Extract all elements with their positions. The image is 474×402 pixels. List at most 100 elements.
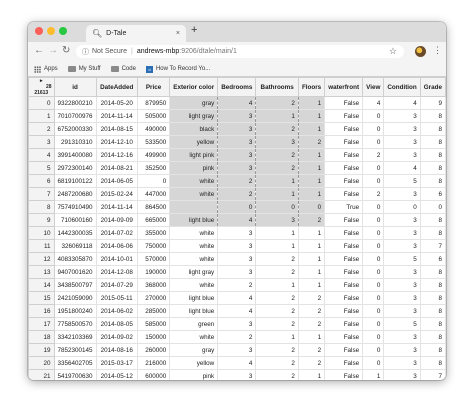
- table-cell[interactable]: [169, 200, 219, 214]
- table-cell[interactable]: 7: [419, 369, 446, 380]
- table-cell[interactable]: 8: [419, 291, 446, 305]
- table-cell[interactable]: 3: [217, 161, 257, 175]
- table-cell[interactable]: True: [324, 200, 364, 214]
- table-cell[interactable]: 2014-08-16: [95, 343, 138, 357]
- tab-dtale[interactable]: 🔍︎ D-Tale ×: [86, 25, 186, 42]
- table-cell[interactable]: 1: [297, 96, 326, 110]
- table-cell[interactable]: 3: [383, 239, 421, 253]
- table-cell[interactable]: 585000: [136, 317, 171, 331]
- table-cell[interactable]: 8: [419, 109, 446, 123]
- table-cell[interactable]: 3: [383, 122, 421, 136]
- table-cell[interactable]: 3: [217, 369, 257, 380]
- table-cell[interactable]: 2: [297, 343, 326, 357]
- table-cell[interactable]: 216000: [136, 356, 171, 370]
- table-cell[interactable]: 2: [255, 343, 299, 357]
- table-cell[interactable]: 2: [297, 317, 326, 331]
- table-cell[interactable]: False: [324, 330, 364, 344]
- table-cell[interactable]: 0: [362, 356, 385, 370]
- table-cell[interactable]: 2014-12-10: [95, 135, 138, 149]
- table-cell[interactable]: 6: [419, 187, 446, 201]
- table-cell[interactable]: 0: [362, 317, 385, 331]
- table-cell[interactable]: False: [324, 109, 364, 123]
- table-cell[interactable]: 0: [362, 291, 385, 305]
- table-cell[interactable]: 5: [383, 174, 421, 188]
- table-cell[interactable]: 6: [419, 252, 446, 266]
- table-row[interactable]: 12 4083305870 2014-10-01 570000 white 3 2 1 Fals…: [28, 252, 446, 266]
- table-cell[interactable]: 0: [255, 200, 299, 214]
- table-cell[interactable]: pink: [169, 369, 219, 380]
- table-cell[interactable]: 2014-06-06: [95, 239, 138, 253]
- table-cell[interactable]: 2: [362, 148, 385, 162]
- table-cell[interactable]: 8: [419, 122, 446, 136]
- info-icon[interactable]: ⓘ: [82, 47, 89, 57]
- table-cell[interactable]: 1: [297, 226, 326, 240]
- table-cell[interactable]: 2: [297, 213, 326, 227]
- table-cell[interactable]: 4: [217, 291, 257, 305]
- table-row[interactable]: 7 2487200680 2015-02-24 447000 white 2 1 1 False…: [28, 187, 446, 201]
- table-cell[interactable]: 570000: [136, 252, 171, 266]
- column-header[interactable]: Exterior color: [169, 77, 219, 97]
- profile-avatar[interactable]: [415, 46, 426, 57]
- table-cell[interactable]: 2: [255, 122, 299, 136]
- table-cell[interactable]: 2: [255, 304, 299, 318]
- table-cell[interactable]: 2015-03-17: [95, 356, 138, 370]
- table-cell[interactable]: 8: [419, 317, 446, 331]
- table-cell[interactable]: False: [324, 96, 364, 110]
- table-cell[interactable]: 1: [297, 161, 326, 175]
- column-header[interactable]: id: [53, 77, 97, 97]
- close-window-button[interactable]: [35, 27, 43, 35]
- table-cell[interactable]: 2: [217, 330, 257, 344]
- table-cell[interactable]: 2014-05-20: [95, 96, 138, 110]
- table-cell[interactable]: False: [324, 161, 364, 175]
- table-cell[interactable]: 368000: [136, 278, 171, 292]
- table-row[interactable]: 20 3356402705 2015-03-17 216000 yellow 4 2 2 Fal…: [28, 356, 446, 370]
- table-cell[interactable]: 8: [419, 343, 446, 357]
- table-cell[interactable]: 1: [297, 187, 326, 201]
- table-cell[interactable]: 2014-09-02: [95, 330, 138, 344]
- table-cell[interactable]: 3: [383, 330, 421, 344]
- column-header[interactable]: Price: [136, 77, 171, 97]
- table-row[interactable]: 11 326069118 2014-06-06 750000 white 3 1 1 False…: [28, 239, 446, 253]
- table-cell[interactable]: 8: [419, 161, 446, 175]
- table-cell[interactable]: 4: [383, 161, 421, 175]
- table-cell[interactable]: 1: [255, 278, 299, 292]
- table-cell[interactable]: 3: [217, 122, 257, 136]
- table-cell[interactable]: 1: [297, 252, 326, 266]
- table-cell[interactable]: False: [324, 213, 364, 227]
- bookmark-apps[interactable]: Apps: [34, 65, 58, 73]
- table-cell[interactable]: 3: [217, 317, 257, 331]
- minimize-window-button[interactable]: [47, 27, 55, 35]
- table-cell[interactable]: 0: [362, 109, 385, 123]
- table-cell[interactable]: 1951800240: [53, 304, 97, 318]
- table-cell[interactable]: False: [324, 148, 364, 162]
- table-cell[interactable]: 3: [217, 135, 257, 149]
- table-cell[interactable]: 0: [362, 161, 385, 175]
- table-cell[interactable]: 1: [297, 369, 326, 380]
- table-cell[interactable]: 0: [383, 200, 421, 214]
- table-cell[interactable]: 2014-09-09: [95, 213, 138, 227]
- column-header[interactable]: View: [362, 77, 385, 97]
- table-cell[interactable]: 8: [419, 304, 446, 318]
- table-cell[interactable]: 3: [217, 252, 257, 266]
- table-cell[interactable]: 710600160: [53, 213, 97, 227]
- table-cell[interactable]: False: [324, 356, 364, 370]
- table-cell[interactable]: 2: [255, 148, 299, 162]
- table-cell[interactable]: 4083305870: [53, 252, 97, 266]
- table-cell[interactable]: 4: [217, 356, 257, 370]
- table-cell[interactable]: 7010700976: [53, 109, 97, 123]
- table-cell[interactable]: 0: [362, 200, 385, 214]
- table-cell[interactable]: 2: [255, 96, 299, 110]
- table-cell[interactable]: 2: [255, 369, 299, 380]
- table-cell[interactable]: 1: [297, 265, 326, 279]
- table-cell[interactable]: 0: [136, 174, 171, 188]
- table-cell[interactable]: light blue: [169, 304, 219, 318]
- table-cell[interactable]: 3: [255, 135, 299, 149]
- table-cell[interactable]: 3: [383, 304, 421, 318]
- table-cell[interactable]: 7574910490: [53, 200, 97, 214]
- table-cell[interactable]: False: [324, 291, 364, 305]
- table-cell[interactable]: 2014-11-14: [95, 109, 138, 123]
- table-cell[interactable]: 3: [383, 135, 421, 149]
- table-cell[interactable]: 1: [297, 122, 326, 136]
- table-row[interactable]: 19 7852300145 2014-08-16 260000 gray 3 2 2 False…: [28, 343, 446, 357]
- table-cell[interactable]: 291310310: [53, 135, 97, 149]
